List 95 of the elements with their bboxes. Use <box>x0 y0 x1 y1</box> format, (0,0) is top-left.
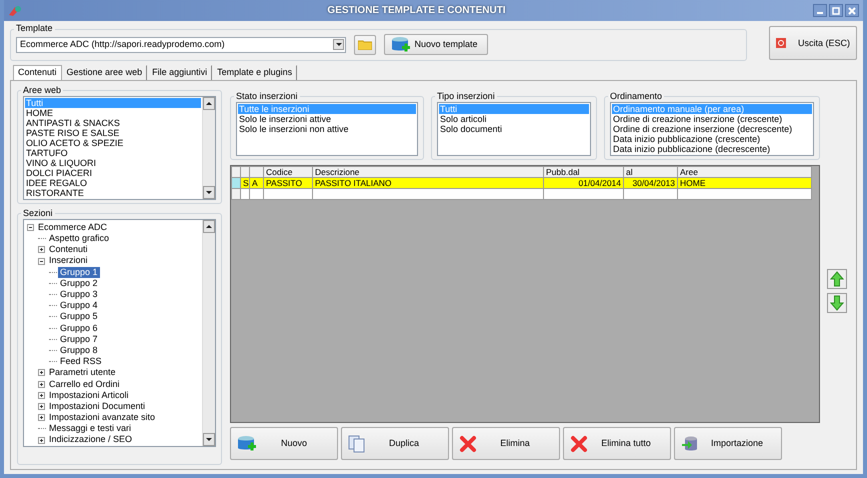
tree-item[interactable]: Impostazioni avanzate sito <box>47 412 158 424</box>
move-down-button[interactable] <box>827 293 847 313</box>
close-icon <box>848 6 856 15</box>
window-title: GESTIONE TEMPLATE E CONTENUTI <box>326 4 507 17</box>
delete-icon <box>570 434 588 452</box>
expand-icon[interactable] <box>38 246 45 254</box>
action-button[interactable]: Elimina <box>452 427 560 460</box>
tree-item[interactable]: Gruppo 4 <box>58 300 100 312</box>
group-label: Ordinamento <box>609 92 664 102</box>
column-header[interactable]: Descrizione <box>312 166 544 178</box>
action-button[interactable]: Elimina tutto <box>563 427 671 460</box>
sections-tree[interactable] <box>23 218 216 447</box>
list-item[interactable]: ANTIPASTI & SNACKS <box>25 118 201 128</box>
tree-item[interactable]: Gruppo 8 <box>58 344 100 356</box>
tree-item[interactable]: Inserzioni <box>47 255 90 267</box>
web-areas-list[interactable]: Tutti HOME ANTIPASTI & SNACKS PASTE RISO E SALSE OLIO ACETO & SPEZIE TARTUFO VINO & LIQUORI DOLCI PIACERI IDEE REGALO RISTORANTE <box>23 96 216 200</box>
expand-icon[interactable] <box>38 392 45 399</box>
expand-icon[interactable] <box>38 402 45 410</box>
filter-list[interactable]: Tutti Solo articoli Solo documenti <box>437 102 591 156</box>
tab[interactable]: Contenuti <box>13 65 62 81</box>
list-item[interactable]: Data inizio pubblicazione (crescente) <box>612 134 812 144</box>
expand-icon[interactable] <box>38 369 45 376</box>
list-item[interactable]: IDEE REGALO <box>25 178 201 188</box>
list-item[interactable]: Data inizio pubblicazione (decrescente) <box>612 144 812 154</box>
filter-list[interactable]: Ordinamento manuale (per area) Ordine di creazione inserzione (crescente) Ordine di creazione inserzione (decrescente) Data inizio pubblicazione (crescente) Data inizio pubblicazione (decrescente) <box>610 102 814 156</box>
power-icon <box>776 36 786 50</box>
action-button[interactable]: Duplica <box>341 427 449 460</box>
template-dropdown[interactable]: Ecommerce ADC (http://sapori.readyprodemo.com) <box>16 36 346 53</box>
close-button[interactable] <box>845 4 859 18</box>
list-item[interactable]: Solo le inserzioni attive <box>238 114 416 124</box>
list-item[interactable]: Ordine di creazione inserzione (decrescente) <box>612 124 812 134</box>
down-arrow-icon <box>830 295 844 311</box>
expand-icon[interactable] <box>38 380 45 388</box>
list-item[interactable]: OLIO ACETO & SPEZIE <box>25 138 201 148</box>
tree-item[interactable]: Gruppo 6 <box>58 322 100 334</box>
tree-item[interactable]: Ecommerce ADC <box>36 222 110 234</box>
delete-icon <box>459 434 477 452</box>
table-cell: PASSITO ITALIANO <box>312 178 544 188</box>
tree-item[interactable]: Indicizzazione / SEO <box>47 434 134 446</box>
tree-item[interactable]: Impostazioni Articoli <box>47 390 131 401</box>
folder-icon <box>358 39 372 50</box>
list-item[interactable]: HOME <box>25 108 201 118</box>
list-item[interactable]: Solo articoli <box>439 114 589 124</box>
column-header[interactable]: Codice <box>264 166 312 178</box>
collapse-icon[interactable] <box>27 224 34 231</box>
documents-icon <box>348 434 366 452</box>
table-cell: HOME <box>678 178 812 188</box>
list-item[interactable]: VINO & LIQUORI <box>25 158 201 168</box>
table-cell: 01/04/2014 <box>544 178 624 188</box>
filter-list[interactable]: Tutte le inserzioni Solo le inserzioni attive Solo le inserzioni non attive <box>236 102 418 156</box>
expand-icon[interactable] <box>38 436 45 444</box>
minimize-button[interactable] <box>813 4 827 18</box>
tree-item[interactable]: Gruppo 7 <box>58 334 100 345</box>
new-template-button[interactable]: Nuovo template <box>384 34 488 56</box>
list-item[interactable]: TARTUFO <box>25 148 201 158</box>
list-item[interactable]: Ordine di creazione inserzione (crescente) <box>612 114 812 124</box>
database-add-icon <box>237 434 257 452</box>
tree-item[interactable]: Impostazioni Documenti <box>47 400 148 412</box>
group-label: Tipo inserzioni <box>436 92 496 102</box>
tree-item[interactable]: Parametri utente <box>47 367 118 379</box>
list-item[interactable]: PASTE RISO E SALSE <box>25 128 201 138</box>
tree-item[interactable]: Contenuti <box>47 244 90 256</box>
database-import-icon <box>681 434 699 452</box>
list-item[interactable]: DOLCI PIACERI <box>25 168 201 178</box>
tree-item[interactable]: Feed RSS <box>58 356 104 368</box>
column-header[interactable]: al <box>624 166 678 178</box>
tree-item[interactable]: Carrello ed Ordini <box>47 378 122 390</box>
tree-item[interactable]: Aspetto grafico <box>47 233 112 244</box>
scrollbar[interactable] <box>202 96 215 199</box>
list-item[interactable]: Solo documenti <box>439 124 589 134</box>
tree-item[interactable]: Gruppo 1 <box>58 266 100 278</box>
list-item[interactable]: Solo le inserzioni non attive <box>238 124 416 134</box>
tree-item[interactable]: Messaggi e testi vari <box>47 423 134 434</box>
group-label: Stato inserzioni <box>235 92 299 102</box>
action-button[interactable]: Importazione <box>674 427 782 460</box>
database-add-icon <box>391 36 411 54</box>
tree-item[interactable]: Gruppo 3 <box>58 289 100 300</box>
action-button[interactable]: Nuovo <box>230 427 338 460</box>
up-arrow-icon <box>830 271 844 287</box>
app-icon <box>8 4 22 17</box>
column-header[interactable]: Aree <box>678 166 812 178</box>
collapse-icon[interactable] <box>38 258 45 265</box>
list-item[interactable]: RISTORANTE <box>25 188 201 198</box>
maximize-icon <box>832 6 840 15</box>
group-label: Aree web <box>22 86 62 96</box>
column-header[interactable]: Pubb.dal <box>544 166 624 178</box>
group-label: Template <box>15 24 54 34</box>
exit-button[interactable]: Uscita (ESC) <box>769 26 857 60</box>
group-label: Sezioni <box>22 209 54 219</box>
maximize-button[interactable] <box>829 4 843 18</box>
tree-item[interactable]: Gruppo 2 <box>58 278 100 290</box>
scrollbar[interactable] <box>202 220 215 446</box>
move-up-button[interactable] <box>827 269 847 289</box>
expand-icon[interactable] <box>38 414 45 422</box>
tree-item[interactable]: Gruppo 5 <box>58 311 100 323</box>
